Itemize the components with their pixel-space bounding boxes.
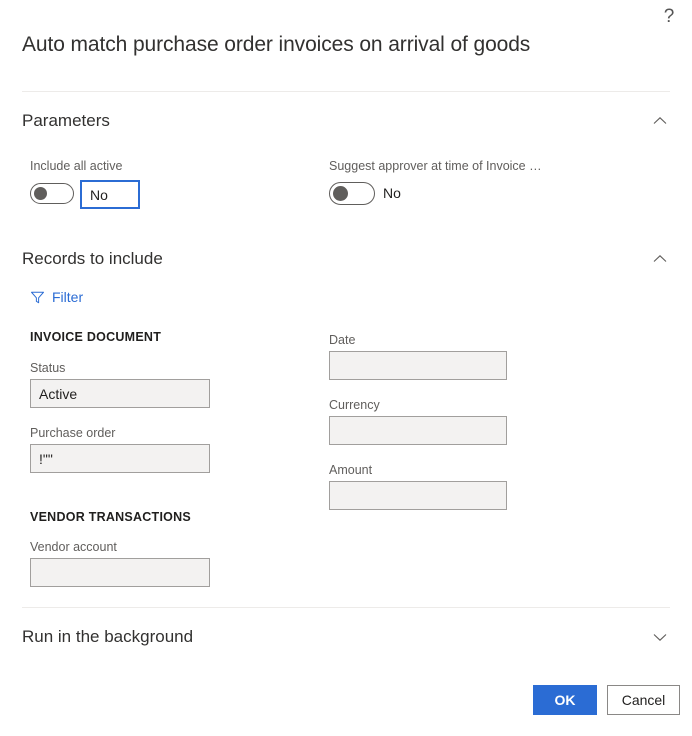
filter-funnel-icon [30,290,45,305]
label-date: Date [329,333,356,347]
section-header-parameters[interactable]: Parameters [22,104,670,138]
cancel-button[interactable]: Cancel [607,685,680,715]
toggle-suggest-approver[interactable] [329,182,375,205]
value-suggest-approver: No [383,185,401,201]
section-header-run-in-the-background[interactable]: Run in the background [22,620,670,654]
input-status[interactable] [30,379,210,408]
ok-button[interactable]: OK [533,685,597,715]
chevron-up-icon[interactable] [650,249,670,269]
group-heading-vendor-transactions: VENDOR TRANSACTIONS [30,510,192,524]
section-title-parameters: Parameters [22,111,110,130]
label-amount: Amount [329,463,373,477]
footer-divider [22,607,670,608]
filter-button-label: Filter [52,289,84,305]
input-currency[interactable] [329,416,507,445]
section-header-records-to-include[interactable]: Records to include [22,242,670,276]
help-icon[interactable]: ? [654,2,684,30]
chevron-down-icon[interactable] [650,627,670,647]
label-purchase-order: Purchase order [30,426,116,440]
label-vendor-account: Vendor account [30,540,117,554]
label-currency: Currency [329,398,380,412]
input-vendor-account[interactable] [30,558,210,587]
filter-button[interactable]: Filter [30,289,83,305]
chevron-up-icon[interactable] [650,111,670,131]
page-title: Auto match purchase order invoices on ar… [22,33,531,56]
section-title-run-in-the-background: Run in the background [22,627,194,646]
toggle-include-all-active[interactable] [30,183,74,204]
label-suggest-approver: Suggest approver at time of Invoice … [329,159,542,173]
input-purchase-order[interactable] [30,444,210,473]
input-amount[interactable] [329,481,507,510]
header-divider [22,91,670,92]
label-include-all-active: Include all active [30,159,123,173]
input-date[interactable] [329,351,507,380]
label-status: Status [30,361,66,375]
input-include-all-active[interactable] [80,180,140,209]
toggle-knob [333,186,348,201]
toggle-knob [34,187,47,200]
section-title-records-to-include: Records to include [22,249,163,268]
group-heading-invoice-document: INVOICE DOCUMENT [30,330,162,344]
